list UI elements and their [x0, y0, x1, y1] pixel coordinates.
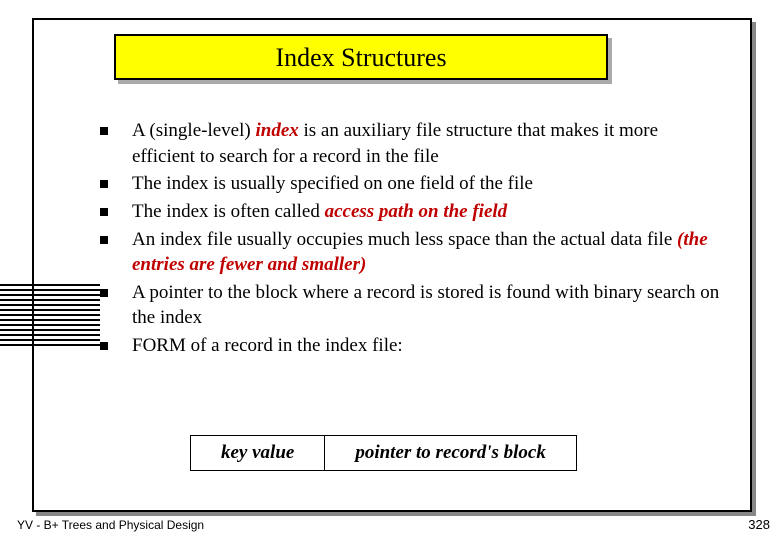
- bullet-text: A pointer to the block where a record is…: [132, 280, 720, 331]
- bullet-icon: [100, 208, 108, 216]
- bullet-text: The index is usually specified on one fi…: [132, 171, 720, 197]
- record-format-table: key value pointer to record's block: [190, 435, 577, 471]
- bullet-list: A (single-level) index is an auxiliary f…: [100, 118, 720, 361]
- footer-left: YV - B+ Trees and Physical Design: [17, 518, 204, 532]
- bullet-text: An index file usually occupies much less…: [132, 227, 720, 278]
- record-key-cell: key value: [191, 436, 325, 470]
- list-item: The index is often called access path on…: [100, 199, 720, 225]
- list-item: A (single-level) index is an auxiliary f…: [100, 118, 720, 169]
- bullet-icon: [100, 289, 108, 297]
- list-item: The index is usually specified on one fi…: [100, 171, 720, 197]
- list-item: A pointer to the block where a record is…: [100, 280, 720, 331]
- bullet-icon: [100, 127, 108, 135]
- list-item: An index file usually occupies much less…: [100, 227, 720, 278]
- bullet-text: A (single-level) index is an auxiliary f…: [132, 118, 720, 169]
- decorative-ruler: [0, 284, 100, 349]
- bullet-icon: [100, 342, 108, 350]
- list-item: FORM of a record in the index file:: [100, 333, 720, 359]
- record-pointer-cell: pointer to record's block: [325, 436, 576, 470]
- page-number: 328: [748, 517, 770, 532]
- bullet-text: FORM of a record in the index file:: [132, 333, 720, 359]
- slide-title: Index Structures: [114, 34, 608, 80]
- bullet-text: The index is often called access path on…: [132, 199, 720, 225]
- bullet-icon: [100, 180, 108, 188]
- bullet-icon: [100, 236, 108, 244]
